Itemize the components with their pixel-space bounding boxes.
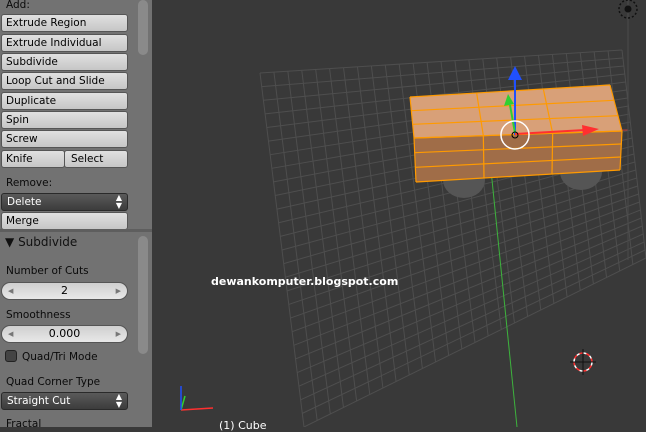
grid-line <box>259 72 305 427</box>
collapse-triangle-icon: ▼ <box>5 235 15 249</box>
add-section-label: Add: <box>6 0 30 11</box>
3d-cursor-icon[interactable] <box>570 349 596 375</box>
decrement-arrow-icon[interactable]: ◀ <box>8 283 13 299</box>
grid-line <box>301 70 344 408</box>
dropdown-arrows-icon: ▲ ▼ <box>115 193 122 210</box>
axis-orientation-icon <box>180 386 214 411</box>
gizmo-z-arrow-icon[interactable] <box>508 66 522 80</box>
smoothness-value: 0.000 <box>48 327 81 340</box>
grid-line <box>273 72 318 421</box>
quad-tri-mode-checkbox[interactable] <box>5 350 17 362</box>
knife-button[interactable]: Knife <box>1 150 65 168</box>
fractal-label: Fractal <box>6 418 42 427</box>
number-of-cuts-label: Number of Cuts <box>6 265 89 277</box>
delete-dropdown-value: Delete <box>7 196 42 208</box>
decrement-arrow-icon[interactable]: ◀ <box>8 326 13 342</box>
quad-corner-type-value: Straight Cut <box>7 395 71 407</box>
viewport-canvas <box>180 0 646 427</box>
subdivide-button[interactable]: Subdivide <box>1 53 128 71</box>
operator-panel-scrollbar[interactable] <box>138 236 148 354</box>
quad-corner-type-label: Quad Corner Type <box>6 376 101 388</box>
smoothness-label: Smoothness <box>6 309 71 321</box>
panel-divider <box>0 229 152 232</box>
subdivide-panel-header[interactable]: ▼ Subdivide <box>5 235 77 249</box>
number-of-cuts-field[interactable]: ◀ 2 ▶ <box>1 282 128 300</box>
merge-button[interactable]: Merge <box>1 212 128 230</box>
grid-line <box>621 49 646 259</box>
spin-button[interactable]: Spin <box>1 111 128 129</box>
quad-tri-mode-label: Quad/Tri Mode <box>22 351 98 363</box>
3d-viewport[interactable]: (1) Cube <box>152 0 646 432</box>
subdivide-panel-title: Subdivide <box>18 235 78 249</box>
delete-dropdown[interactable]: Delete ▲ ▼ <box>1 193 128 211</box>
extrude-individual-button[interactable]: Extrude Individual <box>1 34 128 52</box>
increment-arrow-icon[interactable]: ▶ <box>116 326 121 342</box>
tool-shelf-scrollbar[interactable] <box>138 0 148 55</box>
duplicate-button[interactable]: Duplicate <box>1 92 128 110</box>
loop-cut-and-slide-button[interactable]: Loop Cut and Slide <box>1 72 128 90</box>
select-button[interactable]: Select <box>64 150 128 168</box>
object-name-label: (1) Cube <box>219 419 267 432</box>
remove-section-label: Remove: <box>6 177 53 189</box>
tool-shelf: Add: Extrude Region Extrude Individual S… <box>0 0 152 427</box>
increment-arrow-icon[interactable]: ▶ <box>116 283 121 299</box>
watermark-text: dewankomputer.blogspot.com <box>211 275 399 288</box>
mesh-edge <box>482 135 485 179</box>
quad-corner-type-dropdown[interactable]: Straight Cut ▲ ▼ <box>1 392 128 410</box>
grid-line <box>287 71 331 415</box>
screw-button[interactable]: Screw <box>1 130 128 148</box>
extrude-region-button[interactable]: Extrude Region <box>1 14 128 32</box>
mesh-edge <box>551 133 554 175</box>
dropdown-arrows-icon: ▲ ▼ <box>115 392 122 409</box>
number-of-cuts-value: 2 <box>61 284 68 297</box>
smoothness-field[interactable]: ◀ 0.000 ▶ <box>1 325 128 343</box>
